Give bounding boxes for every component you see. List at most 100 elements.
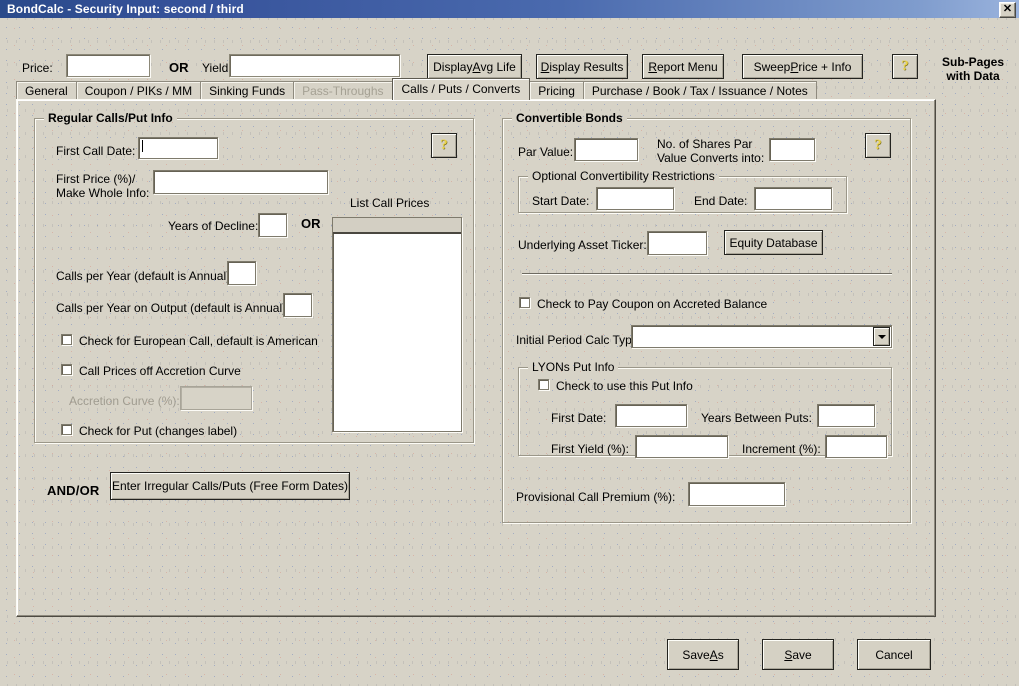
lyons-first-date-input[interactable]	[615, 404, 687, 427]
save-post: ave	[792, 648, 811, 662]
end-date-input[interactable]	[754, 187, 832, 210]
enter-irregular-calls-puts-button[interactable]: Enter Irregular Calls/Puts (Free Form Da…	[110, 472, 350, 500]
shares-label-line2: Value Converts into:	[657, 151, 764, 165]
convertible-bonds-help-icon[interactable]: ?	[865, 133, 891, 158]
equity-database-button[interactable]: Equity Database	[724, 230, 823, 255]
regular-calls-help-icon[interactable]: ?	[431, 133, 457, 158]
regular-calls-content: ? First Call Date: First Price (%)/ Make…	[34, 111, 474, 443]
text-caret	[142, 140, 143, 152]
lyons-years-between-label: Years Between Puts:	[701, 411, 812, 425]
lyons-put-info-group: LYONs Put Info Check to use this Put Inf…	[518, 360, 892, 456]
sweep-price-pre: Sweep	[754, 60, 791, 74]
check-for-put-checkbox[interactable]	[61, 424, 72, 435]
save-button[interactable]: Save	[762, 639, 834, 670]
save-as-key: A	[710, 648, 718, 662]
chevron-down-icon[interactable]	[873, 327, 890, 346]
initial-period-calc-type-select[interactable]	[631, 325, 892, 348]
underlying-asset-ticker-label: Underlying Asset Ticker:	[518, 238, 647, 252]
yield-input[interactable]	[229, 54, 400, 77]
tab-strip: General Coupon / PIKs / MM Sinking Funds…	[16, 79, 816, 99]
application-window: BondCalc - Security Input: second / thir…	[0, 0, 1019, 686]
tab-pass-throughs: Pass-Throughs	[293, 81, 392, 99]
accretion-curve-input	[180, 386, 252, 410]
years-of-decline-input[interactable]	[258, 213, 287, 237]
first-call-date-label: First Call Date:	[56, 144, 135, 158]
convertible-bonds-content: ? Par Value: No. of Shares Par Value Con…	[502, 111, 911, 523]
shares-label-line1: No. of Shares Par	[657, 137, 752, 151]
title-bar: BondCalc - Security Input: second / thir…	[0, 0, 1019, 18]
accretion-curve-label: Accretion Curve (%):	[69, 394, 180, 408]
lyons-first-date-label: First Date:	[551, 411, 606, 425]
par-value-label: Par Value:	[518, 145, 573, 159]
display-avg-life-button[interactable]: Display Avg Life	[427, 54, 522, 79]
report-menu-button[interactable]: Report Menu	[642, 54, 724, 79]
par-value-input[interactable]	[574, 138, 638, 161]
display-results-post: isplay Results	[549, 60, 623, 74]
save-as-button[interactable]: Save As	[667, 639, 739, 670]
list-call-prices-label: List Call Prices	[350, 196, 429, 210]
years-decline-or-label: OR	[301, 217, 321, 231]
first-price-label-line1: First Price (%)/	[56, 172, 135, 186]
tab-sinking-funds[interactable]: Sinking Funds	[200, 81, 294, 99]
initial-period-calc-type-label: Initial Period Calc Type:	[516, 333, 642, 347]
list-call-prices-listbox[interactable]	[332, 217, 462, 432]
sub-pages-with-data-label: Sub-Pages with Data	[932, 55, 1014, 83]
provisional-call-premium-input[interactable]	[688, 482, 785, 506]
save-as-pre: Save	[682, 648, 709, 662]
shares-input[interactable]	[769, 138, 815, 161]
calls-per-year-input[interactable]	[227, 261, 256, 285]
sweep-price-info-button[interactable]: Sweep Price + Info	[742, 54, 863, 79]
lyons-years-between-input[interactable]	[817, 404, 875, 427]
cancel-pre: Cancel	[875, 648, 912, 662]
accretion-curve-checkbox[interactable]	[61, 364, 72, 375]
lyons-use-put-info-label: Check to use this Put Info	[556, 380, 693, 392]
start-date-label: Start Date:	[532, 194, 589, 208]
lyons-increment-input[interactable]	[825, 435, 887, 458]
lyons-put-info-content: Check to use this Put Info First Date: Y…	[518, 360, 892, 456]
provisional-call-premium-label: Provisional Call Premium (%):	[516, 490, 675, 504]
tab-calls-puts-converts[interactable]: Calls / Puts / Converts	[392, 78, 531, 100]
years-of-decline-label: Years of Decline:	[168, 219, 258, 233]
tab-general[interactable]: General	[16, 81, 77, 99]
display-avg-life-pre: Display	[433, 60, 472, 74]
convertibility-restrictions-title: Optional Convertibility Restrictions	[528, 169, 719, 183]
convertible-bonds-group-title: Convertible Bonds	[512, 111, 627, 125]
tab-purchase-book-tax-issuance-notes[interactable]: Purchase / Book / Tax / Issuance / Notes	[583, 81, 817, 99]
accreted-balance-checkbox[interactable]	[519, 297, 530, 308]
section-divider	[522, 273, 892, 275]
display-results-button[interactable]: Display Results	[536, 54, 628, 79]
underlying-asset-ticker-input[interactable]	[647, 231, 707, 255]
lyons-put-info-title: LYONs Put Info	[528, 360, 618, 374]
sweep-price-key: P	[790, 60, 798, 74]
european-call-label: Check for European Call, default is Amer…	[79, 335, 318, 347]
calls-per-year-label: Calls per Year (default is Annual):	[56, 269, 233, 283]
lyons-first-yield-input[interactable]	[635, 435, 728, 458]
report-menu-post: eport Menu	[657, 60, 718, 74]
tab-coupon-piks-mm[interactable]: Coupon / PIKs / MM	[76, 81, 201, 99]
save-as-post: s	[718, 648, 724, 662]
lyons-use-put-info-checkbox[interactable]	[538, 379, 549, 390]
tab-pricing[interactable]: Pricing	[529, 81, 584, 99]
first-price-label-line2: Make Whole Info:	[56, 186, 149, 200]
display-avg-life-key: A	[472, 60, 480, 74]
top-toolbar: Price: OR Yield: Display Avg Life Displa…	[0, 18, 1019, 74]
yield-label: Yield:	[202, 61, 232, 75]
first-price-make-whole-input[interactable]	[153, 170, 328, 194]
price-yield-or-label: OR	[169, 60, 189, 75]
lyons-increment-label: Increment (%):	[742, 442, 821, 456]
accreted-balance-label: Check to Pay Coupon on Accreted Balance	[537, 298, 767, 310]
close-icon[interactable]: ✕	[999, 2, 1016, 18]
start-date-input[interactable]	[596, 187, 674, 210]
accretion-curve-checkbox-label: Call Prices off Accretion Curve	[79, 365, 241, 377]
sub-pages-line1: Sub-Pages	[932, 55, 1014, 69]
lyons-first-yield-label: First Yield (%):	[551, 442, 629, 456]
regular-calls-group-title: Regular Calls/Put Info	[44, 111, 177, 125]
calls-per-year-output-input[interactable]	[283, 293, 312, 317]
first-call-date-input[interactable]	[138, 137, 218, 159]
calls-per-year-output-label: Calls per Year on Output (default is Ann…	[56, 301, 289, 315]
andor-label: AND/OR	[47, 483, 99, 498]
european-call-checkbox[interactable]	[61, 334, 72, 345]
toolbar-help-icon[interactable]: ?	[892, 54, 918, 79]
price-input[interactable]	[66, 54, 150, 77]
cancel-button[interactable]: Cancel	[857, 639, 931, 670]
